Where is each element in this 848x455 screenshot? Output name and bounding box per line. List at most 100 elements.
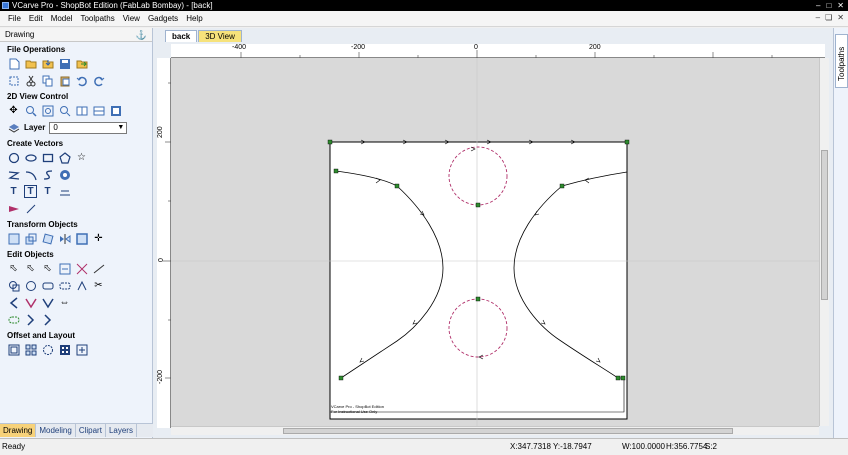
minimize-icon[interactable]: – bbox=[816, 0, 820, 11]
rectangle-tool-icon[interactable] bbox=[41, 151, 54, 164]
interactive-select-icon[interactable]: ⬁ bbox=[41, 262, 54, 275]
open-folder-icon[interactable] bbox=[24, 57, 37, 70]
menu-model[interactable]: Model bbox=[47, 14, 77, 23]
trim-icon[interactable] bbox=[92, 262, 105, 275]
circle-tool-icon[interactable] bbox=[7, 151, 20, 164]
tab-layers[interactable]: Layers bbox=[106, 424, 137, 437]
vector-node bbox=[475, 296, 481, 302]
cut-icon[interactable] bbox=[24, 74, 37, 87]
menu-gadgets[interactable]: Gadgets bbox=[144, 14, 182, 23]
select-open-icon[interactable] bbox=[75, 262, 88, 275]
copy-along-icon[interactable] bbox=[75, 343, 88, 356]
view-split-icon[interactable] bbox=[75, 104, 88, 117]
horizontal-scrollbar[interactable] bbox=[171, 426, 819, 435]
group-icon[interactable] bbox=[41, 279, 54, 292]
subtract-icon[interactable] bbox=[24, 279, 37, 292]
tab-3d-view[interactable]: 3D View bbox=[198, 30, 242, 42]
maximize-icon[interactable]: □ bbox=[826, 0, 831, 11]
status-ready: Ready bbox=[2, 442, 26, 451]
view-tile-icon[interactable] bbox=[92, 104, 105, 117]
tab-drawing[interactable]: Drawing bbox=[0, 424, 37, 437]
bracket-right-icon[interactable] bbox=[24, 313, 37, 326]
measure-tool-icon[interactable] bbox=[24, 202, 37, 215]
horizontal-scroll-thumb[interactable] bbox=[283, 428, 733, 434]
weld-icon[interactable] bbox=[7, 279, 20, 292]
redo-icon[interactable] bbox=[92, 74, 105, 87]
rotate-icon[interactable] bbox=[41, 232, 54, 245]
menu-help[interactable]: Help bbox=[182, 14, 206, 23]
panel-tabs: Drawing Modeling Clipart Layers bbox=[0, 423, 153, 437]
move-icon[interactable] bbox=[7, 232, 20, 245]
extend-icon[interactable] bbox=[41, 296, 54, 309]
copy-icon[interactable] bbox=[41, 74, 54, 87]
text-box-tool-icon[interactable]: T bbox=[24, 185, 37, 198]
tab-clipart[interactable]: Clipart bbox=[76, 424, 106, 437]
close-icon[interactable]: ✕ bbox=[837, 0, 844, 11]
polyline-tool-icon[interactable] bbox=[7, 168, 20, 181]
node-edit-icon[interactable]: ⬁ bbox=[24, 262, 37, 275]
text-tool-icon[interactable]: T bbox=[7, 185, 20, 198]
ruler-label: -200 bbox=[157, 369, 164, 384]
paste-icon[interactable] bbox=[58, 74, 71, 87]
tab-toolpaths[interactable]: Toolpaths bbox=[835, 34, 848, 88]
undo-icon[interactable] bbox=[75, 74, 88, 87]
spiral-tool-icon[interactable] bbox=[58, 168, 71, 181]
view-toggle-icon[interactable] bbox=[109, 104, 122, 117]
mdi-minimize-icon[interactable]: – bbox=[816, 13, 820, 22]
zoom-selection-icon[interactable] bbox=[58, 104, 71, 117]
star-tool-icon[interactable]: ☆ bbox=[75, 151, 88, 164]
import-icon[interactable] bbox=[41, 57, 54, 70]
offset-layout-icons bbox=[0, 341, 152, 358]
vertical-scroll-thumb[interactable] bbox=[821, 150, 828, 300]
save-icon[interactable] bbox=[58, 57, 71, 70]
smooth-icon[interactable] bbox=[7, 313, 20, 326]
menu-toolpaths[interactable]: Toolpaths bbox=[76, 14, 118, 23]
curve-tool-icon[interactable] bbox=[41, 168, 54, 181]
join-icon[interactable] bbox=[75, 279, 88, 292]
section-view-control: 2D View Control bbox=[7, 92, 69, 101]
scissors-icon[interactable]: ✂ bbox=[92, 279, 105, 292]
drawing-panel: Drawing ⚓ File Operations 2D View Contro… bbox=[0, 28, 153, 438]
zoom-extents-icon[interactable] bbox=[41, 104, 54, 117]
chevron-right-icon[interactable] bbox=[41, 313, 54, 326]
tab-modeling[interactable]: Modeling bbox=[36, 424, 76, 437]
mdi-restore-icon[interactable]: ❏ bbox=[825, 13, 832, 22]
ellipse-tool-icon[interactable] bbox=[24, 151, 37, 164]
center-icon[interactable]: ✛ bbox=[92, 232, 105, 245]
arc-tool-icon[interactable] bbox=[24, 168, 37, 181]
section-file-operations: File Operations bbox=[7, 45, 66, 54]
layer-select[interactable]: 0 ▼ bbox=[49, 121, 128, 134]
double-arrow-icon[interactable]: ⇔ bbox=[58, 296, 71, 309]
pan-icon[interactable]: ✥ bbox=[7, 104, 20, 117]
menu-view[interactable]: View bbox=[119, 14, 144, 23]
text-on-curve-icon[interactable]: T bbox=[41, 185, 54, 198]
mdi-close-icon[interactable]: ✕ bbox=[837, 13, 844, 22]
zoom-icon[interactable] bbox=[24, 104, 37, 117]
menu-file[interactable]: File bbox=[4, 14, 25, 23]
dimension-tool-icon[interactable] bbox=[7, 202, 20, 215]
ungroup-icon[interactable] bbox=[58, 279, 71, 292]
mirror-icon[interactable] bbox=[58, 232, 71, 245]
align-icon[interactable] bbox=[75, 232, 88, 245]
select-arrow-icon[interactable]: ⬁ bbox=[7, 262, 20, 275]
offset-icon[interactable] bbox=[7, 343, 20, 356]
fillet-icon[interactable] bbox=[24, 296, 37, 309]
status-coordinates: X:347.7318 Y:-18.7947 bbox=[510, 442, 592, 451]
polygon-tool-icon[interactable] bbox=[58, 151, 71, 164]
chevron-left-icon[interactable] bbox=[7, 296, 20, 309]
select-all-icon[interactable] bbox=[58, 262, 71, 275]
layer-icon bbox=[7, 121, 20, 134]
vertical-scrollbar[interactable] bbox=[819, 58, 829, 426]
pin-icon[interactable]: ⚓ bbox=[136, 28, 147, 42]
array-copy-icon[interactable] bbox=[24, 343, 37, 356]
tab-back[interactable]: back bbox=[165, 30, 198, 42]
export-icon[interactable] bbox=[75, 57, 88, 70]
nesting-icon[interactable] bbox=[58, 343, 71, 356]
menu-edit[interactable]: Edit bbox=[25, 14, 47, 23]
job-setup-icon[interactable] bbox=[7, 74, 20, 87]
scale-icon[interactable] bbox=[24, 232, 37, 245]
new-file-icon[interactable] bbox=[7, 57, 20, 70]
circular-array-icon[interactable] bbox=[41, 343, 54, 356]
auto-layout-text-icon[interactable] bbox=[58, 185, 71, 198]
drawing-canvas[interactable]: VCarve Pro - ShopBot Edition For Instruc… bbox=[171, 58, 819, 426]
